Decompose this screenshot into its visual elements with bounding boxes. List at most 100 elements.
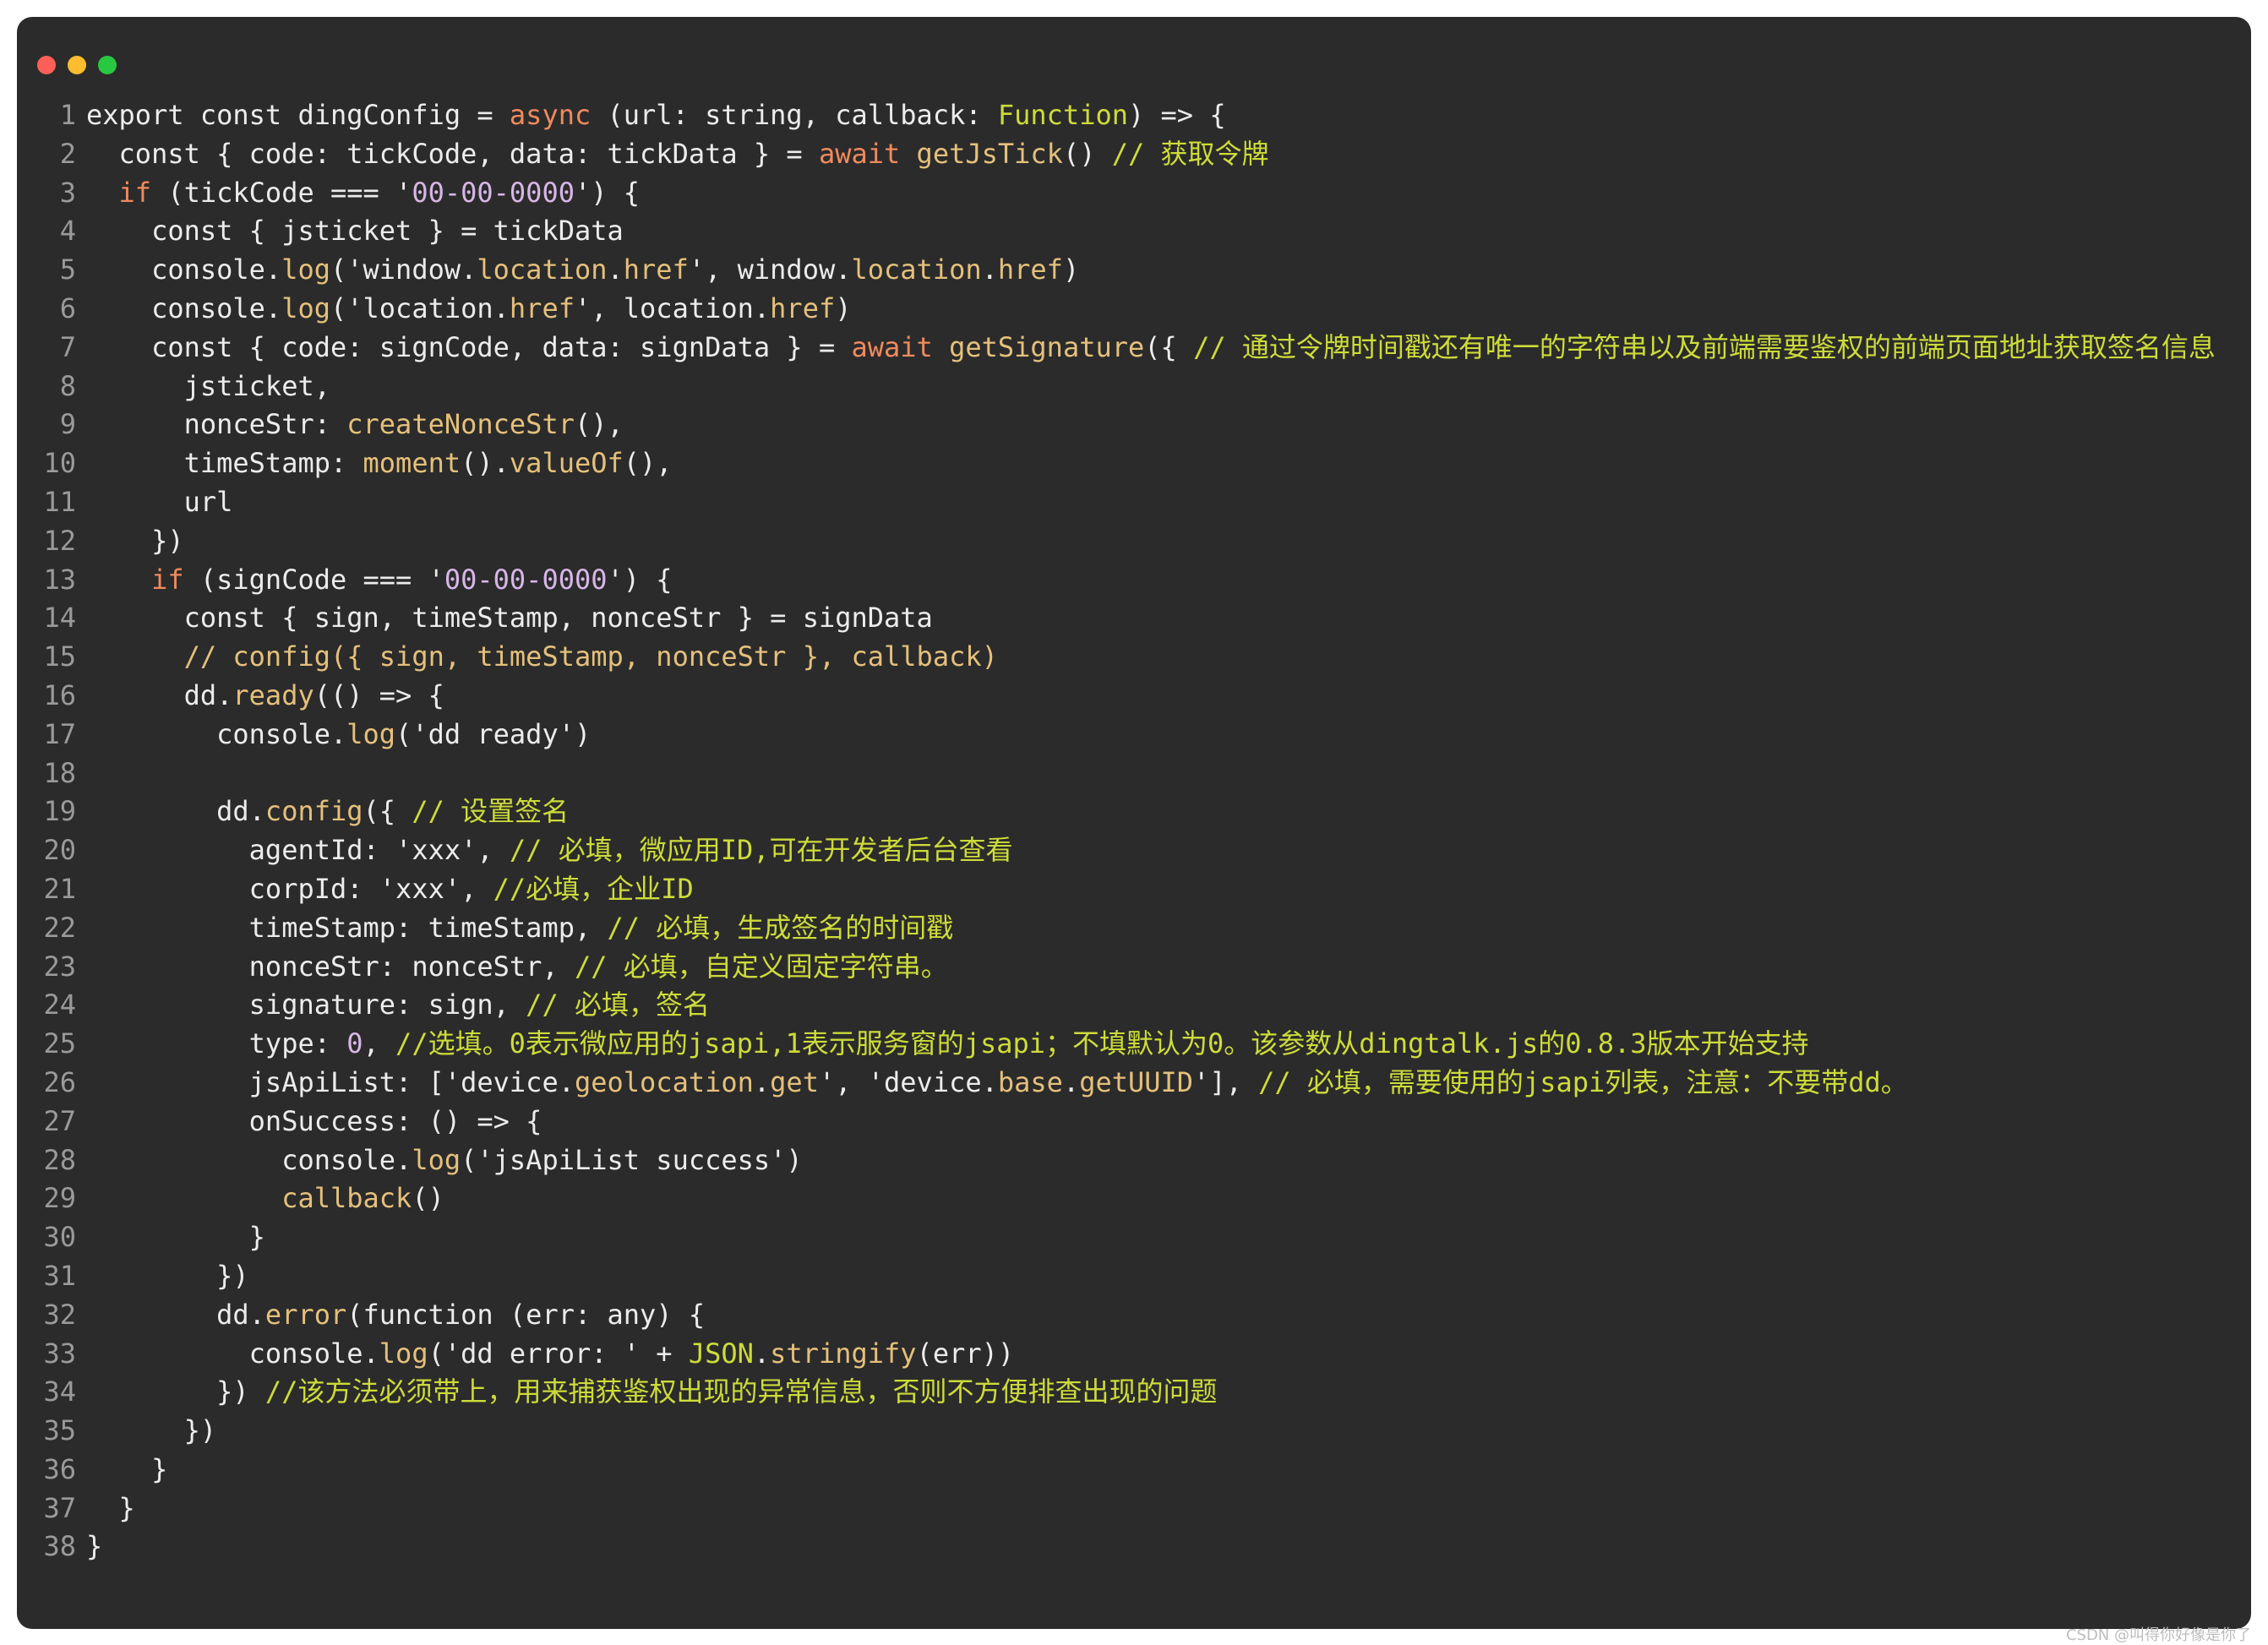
line-number: 23 [43, 950, 76, 983]
code-token: jsApiList: ['device. [86, 1065, 575, 1098]
code-token: . [753, 1065, 771, 1098]
code-text: callback() [86, 1179, 444, 1218]
code-token: jsticket, [86, 369, 330, 402]
line-number: 36 [43, 1452, 76, 1485]
code-token: ({ [363, 795, 412, 828]
code-token: console. [86, 1143, 412, 1176]
code-line: 33 console.log('dd error: ' + JSON.strin… [17, 1335, 2251, 1374]
code-token: ('dd error: ' + [428, 1337, 689, 1370]
code-token: geolocation [574, 1065, 754, 1098]
close-window-button[interactable] [37, 56, 56, 74]
line-number: 25 [43, 1027, 76, 1060]
code-token: location [851, 253, 982, 286]
code-text: }) [86, 1412, 217, 1451]
minimize-window-button[interactable] [68, 56, 86, 74]
code-token: dd. [86, 678, 233, 711]
code-token: getSignature [949, 330, 1145, 363]
code-text: dd.error(function (err: any) { [86, 1296, 705, 1335]
code-token: moment [363, 447, 461, 480]
code-token: config [264, 795, 363, 828]
code-line: 17 console.log('dd ready') [17, 716, 2251, 754]
line-number: 20 [43, 834, 76, 867]
code-token: (), [623, 447, 673, 480]
code-text: console.log('location.href', location.hr… [86, 290, 851, 329]
code-token: // 必填，生成签名的时间戳 [607, 911, 954, 944]
code-token: if [118, 176, 152, 209]
code-line: 8 jsticket, [17, 368, 2251, 406]
code-token: 00-00-0000 [412, 176, 575, 209]
code-text: const { code: tickCode, data: tickData }… [86, 135, 1269, 174]
code-line: 16 dd.ready(() => { [17, 677, 2251, 716]
code-text: const { sign, timeStamp, nonceStr } = si… [86, 599, 933, 638]
code-token: ', window. [688, 253, 852, 286]
line-number: 35 [43, 1414, 76, 1447]
code-line: 24 signature: sign, // 必填，签名 [17, 986, 2251, 1025]
line-number: 9 [59, 408, 76, 441]
maximize-window-button[interactable] [98, 56, 117, 74]
code-token: } [86, 1221, 265, 1254]
code-token: ', location. [574, 291, 771, 324]
code-line: 12 }) [17, 522, 2251, 561]
line-number: 22 [43, 911, 76, 944]
code-token: href [623, 253, 689, 286]
code-token: const { code: tickCode, data: tickData }… [86, 137, 819, 170]
code-text: jsApiList: ['device.geolocation.get', 'd… [86, 1064, 1908, 1103]
code-text: dd.ready(() => { [86, 677, 444, 716]
code-token: error [264, 1298, 347, 1331]
code-token: url [86, 485, 233, 518]
code-token: (url: string, callback: [591, 99, 998, 131]
code-token: const { sign, timeStamp, nonceStr } = si… [86, 602, 933, 635]
code-token: ') { [574, 176, 641, 209]
code-token: await [851, 330, 933, 363]
code-token: //选填。0表示微应用的jsapi,1表示服务窗的jsapi；不填默认为0。该参… [395, 1027, 1809, 1060]
code-token: type: [86, 1027, 347, 1060]
code-token: (err)) [916, 1337, 1015, 1370]
code-text: dd.config({ // 设置签名 [86, 793, 569, 831]
code-line: 37 } [17, 1490, 2251, 1528]
code-token: console. [86, 717, 347, 750]
code-token: . [1062, 1065, 1080, 1098]
code-token: ', 'device. [818, 1065, 998, 1098]
code-token: createNonceStr [346, 408, 575, 441]
code-token: log [412, 1143, 461, 1176]
code-token: (signCode === ' [183, 563, 444, 596]
code-token: const { jsticket } = tickData [86, 215, 624, 248]
code-token: export const dingConfig = [86, 99, 510, 131]
code-text: if (signCode === '00-00-0000') { [86, 561, 673, 600]
code-token: }) [86, 1414, 217, 1447]
line-number: 7 [59, 330, 76, 363]
line-number: 5 [59, 253, 76, 286]
code-text: const { code: signCode, data: signData }… [86, 329, 2216, 368]
code-token: '], [1193, 1065, 1259, 1098]
code-token: //该方法必须带上，用来捕获鉴权出现的异常信息，否则不方便排查出现的问题 [264, 1375, 1218, 1408]
code-text: } [86, 1528, 102, 1566]
code-text: console.log('jsApiList success') [86, 1141, 803, 1180]
code-token: href [770, 291, 836, 324]
code-editor[interactable]: 1 export const dingConfig = async (url: s… [17, 96, 2251, 1566]
code-token: ) [835, 291, 852, 324]
code-token: valueOf [509, 447, 624, 480]
code-line: 30 } [17, 1218, 2251, 1257]
code-line: 20 agentId: 'xxx', // 必填，微应用ID,可在开发者后台查看 [17, 831, 2251, 870]
code-line: 35 }) [17, 1412, 2251, 1451]
code-token: } [86, 1452, 168, 1485]
code-token: (function (err: any) { [346, 1298, 706, 1331]
code-token: // 必填，签名 [526, 989, 710, 1021]
code-text: console.log('window.location.href', wind… [86, 251, 1079, 290]
code-token: nonceStr: nonceStr, [86, 950, 575, 983]
code-token: . [981, 253, 998, 286]
code-text: timeStamp: moment().valueOf(), [86, 444, 673, 483]
code-line: 32 dd.error(function (err: any) { [17, 1296, 2251, 1335]
watermark: CSDN @叫得你好像是你了 [2065, 1626, 2251, 1644]
code-line: 7 const { code: signCode, data: signData… [17, 329, 2251, 368]
line-number: 28 [43, 1143, 76, 1176]
code-token: ') { [607, 563, 673, 596]
code-token: log [379, 1337, 428, 1370]
code-text: nonceStr: createNonceStr(), [86, 406, 624, 444]
code-token: href [997, 253, 1063, 286]
code-token: ('dd ready') [395, 717, 592, 750]
line-number: 4 [59, 215, 76, 248]
